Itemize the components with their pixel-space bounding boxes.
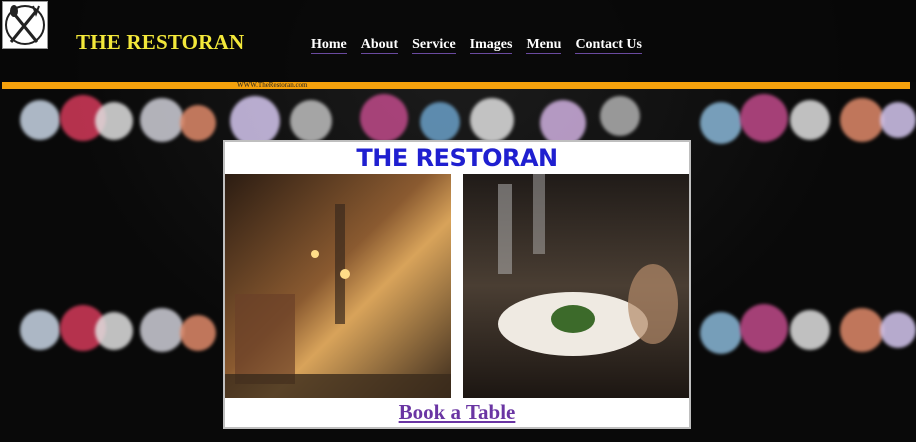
nav-service[interactable]: Service [412,37,456,54]
plated-dish-photo [463,174,689,398]
nav-contact-us[interactable]: Contact Us [575,37,642,54]
restaurant-interior-photo [225,174,451,398]
nav-about[interactable]: About [360,37,399,54]
cutlery-icon[interactable] [2,1,48,49]
nav-images[interactable]: Images [469,37,513,54]
main-nav: Home About Service Images Menu Contact U… [311,37,656,54]
book-table-link[interactable]: Book a Table [225,400,689,425]
card-title: THE RESTORAN [356,144,558,172]
nav-home[interactable]: Home [311,37,347,54]
website-url: WWW.TheRestoran.com [237,81,308,89]
nav-menu[interactable]: Menu [526,37,562,54]
header-divider [2,82,910,89]
feature-card: THE RESTORAN Book a Table [223,140,691,429]
site-header: THE RESTORAN Home About Service Images M… [0,0,916,82]
site-title: THE RESTORAN [76,30,245,54]
